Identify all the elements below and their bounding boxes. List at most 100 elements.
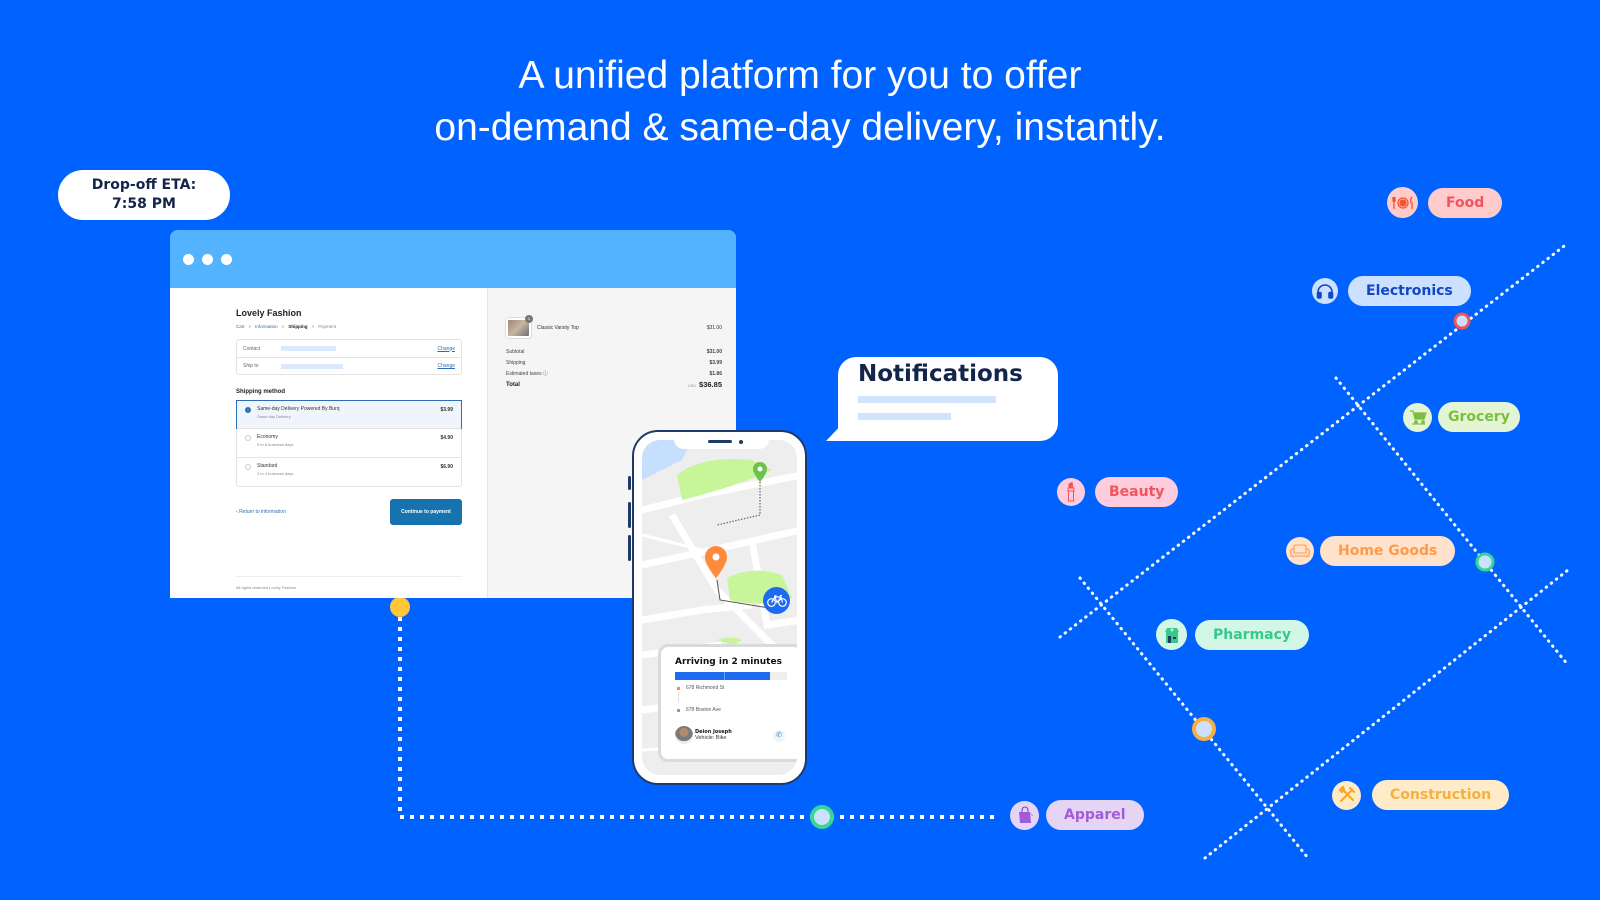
category-home-goods[interactable]: Home Goods — [1286, 536, 1456, 566]
shipping-options: Same-day Delivery Powered By Burq Same d… — [236, 400, 462, 487]
call-driver-button[interactable]: ✆ — [773, 730, 785, 742]
order-item: 1 Classic Varsity Top $31.00 — [506, 315, 722, 338]
subtotal-row: Subtotal $31.00 — [506, 346, 722, 357]
map-pin-green-icon — [753, 462, 767, 482]
phone-side-button — [628, 535, 631, 561]
breadcrumb-cart[interactable]: Cart — [236, 324, 245, 329]
pickup-address: 678 Richmond St — [686, 685, 725, 691]
contact-review-box: Contact Change Ship to Change — [236, 339, 462, 375]
category-label: Beauty — [1095, 477, 1179, 507]
window-dot-icon — [221, 253, 232, 265]
change-contact-link[interactable]: Change — [437, 346, 455, 352]
shipping-option-same-day[interactable]: Same-day Delivery Powered By Burq Same d… — [236, 400, 462, 429]
headphones-icon — [1312, 278, 1338, 304]
store-name: Lovely Fashion — [236, 308, 302, 318]
category-construction[interactable]: Construction — [1332, 780, 1510, 810]
info-icon[interactable]: ⓘ — [543, 371, 548, 377]
shipping-label: Shipping — [506, 359, 526, 366]
ship-to-row: Ship to Change — [237, 357, 461, 374]
plate-cutlery-icon — [1387, 187, 1418, 218]
eta-time: 7:58 PM — [112, 196, 176, 212]
taxes-row: Estimated taxes ⓘ $1.86 — [506, 368, 722, 379]
phone-side-button — [628, 502, 631, 528]
category-food[interactable]: Food — [1387, 187, 1503, 218]
option-price: $6.90 — [440, 464, 453, 470]
option-price: $4.90 — [440, 435, 453, 441]
notification-bubble: Notifications — [838, 357, 1058, 441]
notification-placeholder-line — [858, 413, 951, 420]
return-to-information-link[interactable]: ‹ Return to information — [236, 509, 286, 515]
arrival-card: Arriving in 2 minutes 678 Richmond St 67… — [658, 644, 797, 762]
browser-title-bar — [170, 230, 736, 288]
category-beauty[interactable]: Beauty — [1057, 477, 1179, 507]
shipping-option-economy[interactable]: Economy 5 to 8 business days $4.90 — [237, 428, 461, 457]
breadcrumb-payment: Payment — [318, 324, 336, 329]
sofa-icon — [1286, 537, 1314, 565]
breadcrumb-separator: > — [311, 324, 315, 329]
option-price: $3.99 — [440, 407, 453, 413]
radio-unselected[interactable] — [245, 464, 251, 470]
footer-divider — [236, 576, 462, 577]
eta-label: Drop-off ETA: — [91, 177, 197, 193]
front-camera — [739, 440, 743, 444]
option-name: Economy — [257, 434, 278, 440]
option-name: Same-day Delivery Powered By Burq — [257, 406, 340, 412]
tools-icon — [1332, 780, 1361, 810]
route-node-orange — [1192, 717, 1216, 741]
stop-connector — [678, 692, 679, 702]
contact-row: Contact Change — [237, 340, 461, 357]
category-grocery[interactable]: Grocery — [1403, 402, 1520, 432]
category-label: Food — [1428, 187, 1503, 218]
product-thumbnail: 1 — [506, 315, 533, 338]
quantity-badge: 1 — [525, 315, 533, 323]
category-label: Home Goods — [1320, 536, 1456, 566]
footer-text: All rights reserved Lovely Fashion — [236, 585, 297, 590]
arrival-title: Arriving in 2 minutes — [675, 657, 782, 667]
delivery-progress-bar — [675, 672, 787, 680]
delivery-map[interactable]: Arriving in 2 minutes 678 Richmond St 67… — [642, 440, 797, 775]
category-pharmacy[interactable]: Pharmacy — [1156, 619, 1310, 650]
item-price: $31.00 — [706, 325, 722, 331]
breadcrumb-separator: > — [248, 324, 252, 329]
taxes-label: Estimated taxes — [506, 371, 542, 377]
category-label: Construction — [1372, 780, 1510, 810]
dropoff-stop: 678 Boston Ave — [675, 706, 787, 714]
total-row: Total USD $36.85 — [506, 379, 722, 390]
radio-unselected[interactable] — [245, 435, 251, 441]
pharmacy-store-icon — [1156, 619, 1187, 650]
headline-line-1: A unified platform for you to offer — [518, 54, 1082, 97]
notification-title: Notifications — [858, 361, 1023, 387]
breadcrumb: Cart > Information > Shipping > Payment — [236, 324, 462, 329]
change-address-link[interactable]: Change — [437, 363, 455, 369]
driver-vehicle: Vehicle: Bike — [695, 735, 727, 741]
notification-placeholder-line — [858, 396, 996, 403]
phone-side-button — [628, 476, 631, 490]
route-node-green — [810, 805, 834, 829]
window-dot-icon — [183, 253, 194, 265]
checkout-form: Lovely Fashion Cart > Information > Ship… — [170, 288, 487, 598]
category-apparel[interactable]: Apparel — [1010, 800, 1144, 830]
currency-code: USD — [687, 383, 697, 388]
ship-to-value-redacted — [281, 363, 343, 369]
taxes-value: $1.86 — [709, 370, 722, 377]
category-label: Electronics — [1348, 276, 1471, 306]
radio-selected[interactable] — [245, 407, 251, 413]
option-name: Standard — [257, 463, 278, 469]
route-node-green — [1475, 552, 1495, 572]
total-value: $36.85 — [699, 380, 722, 389]
option-sub: Same day Delivery — [257, 414, 291, 419]
shipping-option-standard[interactable]: Standard 3 to 4 business days $6.90 — [237, 457, 461, 486]
courier-bicycle-icon — [763, 587, 790, 614]
dropoff-address: 678 Boston Ave — [686, 707, 721, 713]
category-electronics[interactable]: Electronics — [1312, 276, 1471, 306]
item-name: Classic Varsity Top — [537, 325, 579, 331]
headline: A unified platform for you to offer on-d… — [0, 50, 1600, 154]
window-dot-icon — [202, 253, 213, 265]
shipping-method-title: Shipping method — [236, 389, 285, 395]
total-label: Total — [506, 381, 520, 388]
breadcrumb-information[interactable]: Information — [255, 324, 278, 329]
ship-to-label: Ship to — [243, 363, 259, 369]
driver-info: Deion Joseph Vehicle: Bike ✆ — [675, 726, 787, 744]
continue-to-payment-button[interactable]: Continue to payment — [390, 499, 462, 525]
dropoff-dot-icon — [677, 708, 680, 712]
